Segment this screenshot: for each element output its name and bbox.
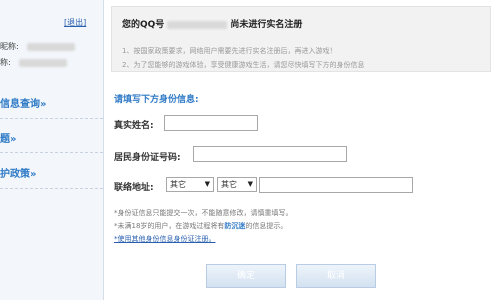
tip-other-id: *使用其他身份信息身份证注册。	[114, 234, 216, 244]
tip-minor-prefix: *未满18岁的用户，在游戏过程将有	[114, 222, 225, 230]
sidebar: [退出] 昵称: 称: 信息查询» 题» 护政策»	[0, 0, 104, 300]
tip-id-once: *身份证信息只能提交一次，不能随意修改，请慎重填写。	[114, 209, 293, 217]
province-select-value: 其它	[170, 180, 186, 189]
id-number-label: 居民身份证号码:	[114, 153, 181, 163]
sidebar-link-faq[interactable]: 题»	[0, 130, 16, 145]
other-id-link[interactable]: *使用其他身份信息身份证注册。	[114, 235, 216, 243]
nickname-label: 称:	[0, 58, 11, 67]
sidebar-link-protection-policy[interactable]: 护政策»	[0, 165, 36, 180]
notice-line-2: 2、为了您能够的游戏体验，享受健康游戏生活，请您尽快填写下方的身份信息	[122, 61, 365, 69]
notice-line-1: 1、按国家政策要求，网络用户需要先进行实名注册后，再进入游戏！	[122, 47, 337, 55]
redacted-qq-number	[167, 20, 228, 29]
form-section-title: 请填写下方身份信息:	[114, 95, 199, 105]
confirm-button[interactable]: 确定	[206, 264, 286, 288]
id-number-input[interactable]	[193, 146, 347, 162]
notice-title-suffix: 尚未进行实名注册	[230, 20, 303, 30]
address-input[interactable]	[259, 177, 413, 193]
province-select[interactable]: 其它 ▼	[166, 177, 214, 192]
account-info-label: 昵称:	[0, 42, 19, 51]
city-select-value: 其它	[221, 180, 237, 189]
tip-minor-emphasis: 防沉迷	[224, 222, 246, 230]
logout-link[interactable]: [退出]	[64, 17, 86, 28]
tip-minor-suffix: 的信息提示。	[245, 222, 288, 230]
main-content: 您的QQ号 尚未进行实名注册 1、按国家政策要求，网络用户需要先进行实名注册后，再…	[111, 0, 500, 300]
redacted-value	[26, 42, 75, 51]
sidebar-link-info-query[interactable]: 信息查询»	[0, 95, 46, 110]
notice-box: 您的QQ号 尚未进行实名注册 1、按国家政策要求，网络用户需要先进行实名注册后，再…	[111, 6, 491, 72]
chevron-down-icon: ▼	[247, 180, 253, 188]
cancel-button[interactable]: 取消	[296, 264, 376, 288]
redacted-value	[18, 58, 67, 67]
address-label: 联络地址:	[114, 183, 154, 193]
divider	[0, 188, 103, 189]
tip-minor: *未满18岁的用户，在游戏过程将有防沉迷的信息提示。	[114, 221, 287, 231]
notice-title: 您的QQ号 尚未进行实名注册	[122, 17, 302, 30]
chevron-down-icon: ▼	[204, 180, 210, 188]
divider	[0, 152, 103, 153]
divider	[0, 118, 103, 119]
account-info-row: 昵称:	[0, 41, 75, 52]
real-name-input[interactable]	[164, 115, 258, 131]
notice-title-prefix: 您的QQ号	[122, 20, 165, 30]
city-select[interactable]: 其它 ▼	[217, 177, 257, 192]
real-name-label: 真实姓名:	[114, 121, 154, 131]
nickname-row: 称:	[0, 57, 67, 68]
